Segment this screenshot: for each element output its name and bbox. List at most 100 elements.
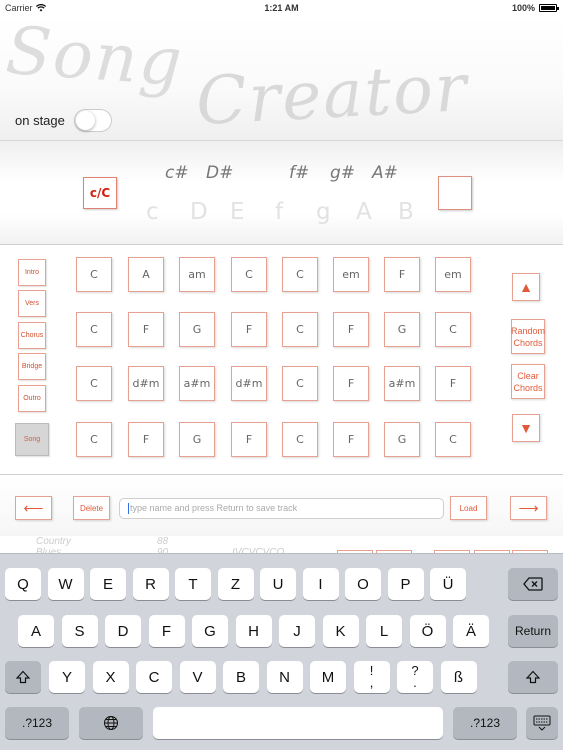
track-name-input[interactable]: type name and press Return to save track bbox=[119, 498, 444, 519]
section-bridge-button[interactable]: Bridge bbox=[18, 353, 46, 380]
load-button[interactable]: Load bbox=[450, 496, 487, 520]
section-vers-button[interactable]: Vers bbox=[18, 290, 46, 317]
key-7[interactable]: M bbox=[310, 661, 346, 693]
chord-cell[interactable]: C bbox=[231, 257, 267, 292]
previous-track-button[interactable]: ⟵ bbox=[15, 496, 52, 520]
key-4[interactable]: F bbox=[148, 615, 185, 647]
key-2[interactable]: S bbox=[61, 615, 98, 647]
chord-cell[interactable]: a#m bbox=[179, 366, 215, 401]
chord-cell[interactable]: G bbox=[384, 422, 420, 457]
section-outro-button[interactable]: Outro bbox=[18, 385, 46, 412]
numbers-key-left[interactable]: .?123 bbox=[5, 707, 69, 739]
key-b[interactable]: B bbox=[398, 199, 414, 225]
chord-cell[interactable]: A bbox=[128, 257, 164, 292]
key-9[interactable]: O bbox=[345, 568, 381, 600]
key-5[interactable]: B bbox=[223, 661, 259, 693]
key-a-sharp[interactable]: A# bbox=[372, 163, 398, 183]
key-3[interactable]: D bbox=[105, 615, 141, 647]
chord-cell[interactable]: d#m bbox=[231, 366, 267, 401]
backspace-key[interactable] bbox=[508, 568, 558, 600]
next-track-button[interactable]: ⟶ bbox=[510, 496, 547, 520]
key-8[interactable]: K bbox=[322, 615, 359, 647]
key-f-sharp[interactable]: f# bbox=[289, 163, 309, 183]
current-key-button[interactable]: c/C bbox=[83, 177, 117, 209]
space-key[interactable] bbox=[153, 707, 443, 739]
key-g[interactable]: g bbox=[316, 199, 331, 225]
key-3[interactable]: E bbox=[90, 568, 126, 600]
key-9[interactable]: L bbox=[366, 615, 402, 647]
key-3[interactable]: C bbox=[136, 661, 172, 693]
chord-cell[interactable]: C bbox=[76, 257, 112, 292]
chord-cell[interactable]: am bbox=[179, 257, 215, 292]
section-intro-button[interactable]: Intro bbox=[18, 259, 46, 286]
chord-cell[interactable]: em bbox=[435, 257, 471, 292]
shift-left-key[interactable] bbox=[5, 661, 41, 693]
chord-cell[interactable]: F bbox=[231, 312, 267, 347]
key-2[interactable]: X bbox=[92, 661, 129, 693]
chord-cell[interactable]: F bbox=[333, 422, 369, 457]
key-6[interactable]: H bbox=[235, 615, 272, 647]
chord-cell[interactable]: F bbox=[333, 312, 369, 347]
chord-cell[interactable]: F bbox=[333, 366, 369, 401]
globe-key[interactable] bbox=[79, 707, 143, 739]
key-8[interactable]: ! , bbox=[353, 661, 390, 693]
key-6[interactable]: Z bbox=[217, 568, 254, 600]
random-chords-button[interactable]: Random Chords bbox=[511, 319, 545, 354]
chord-cell[interactable]: G bbox=[179, 312, 215, 347]
chord-cell[interactable]: em bbox=[333, 257, 369, 292]
key-f[interactable]: f bbox=[275, 199, 283, 225]
chord-cell[interactable]: F bbox=[128, 422, 164, 457]
scroll-up-button[interactable]: ▲ bbox=[512, 273, 540, 301]
key-10[interactable]: P bbox=[387, 568, 424, 600]
numbers-key-right[interactable]: .?123 bbox=[453, 707, 517, 739]
key-1[interactable]: Y bbox=[49, 661, 85, 693]
chord-cell[interactable]: C bbox=[435, 422, 471, 457]
key-4[interactable]: V bbox=[179, 661, 216, 693]
key-c[interactable]: c bbox=[146, 199, 159, 225]
key-10[interactable]: ß bbox=[440, 661, 477, 693]
key-11[interactable]: Ü bbox=[430, 568, 466, 600]
key-5[interactable]: T bbox=[175, 568, 211, 600]
key-a[interactable]: A bbox=[356, 199, 372, 225]
chord-cell[interactable]: C bbox=[282, 312, 318, 347]
chord-cell[interactable]: C bbox=[282, 422, 318, 457]
key-e[interactable]: E bbox=[230, 199, 245, 225]
key-1[interactable]: A bbox=[18, 615, 54, 647]
key-g-sharp[interactable]: g# bbox=[330, 163, 355, 183]
chord-cell[interactable]: G bbox=[179, 422, 215, 457]
chord-cell[interactable]: C bbox=[76, 366, 112, 401]
key-d[interactable]: D bbox=[190, 199, 208, 225]
chord-cell[interactable]: G bbox=[384, 312, 420, 347]
chord-cell[interactable]: F bbox=[231, 422, 267, 457]
delete-button[interactable]: Delete bbox=[73, 496, 110, 520]
key-6[interactable]: N bbox=[266, 661, 303, 693]
chord-cell[interactable]: C bbox=[282, 366, 318, 401]
key-7[interactable]: U bbox=[260, 568, 296, 600]
on-stage-toggle[interactable] bbox=[74, 109, 112, 132]
chord-cell[interactable]: C bbox=[282, 257, 318, 292]
key-8[interactable]: I bbox=[302, 568, 339, 600]
key-2[interactable]: W bbox=[47, 568, 84, 600]
key-4[interactable]: R bbox=[132, 568, 169, 600]
key-5[interactable]: G bbox=[192, 615, 228, 647]
scroll-down-button[interactable]: ▼ bbox=[512, 414, 540, 442]
chord-cell[interactable]: d#m bbox=[128, 366, 164, 401]
chord-cell[interactable]: C bbox=[76, 422, 112, 457]
empty-key-button[interactable] bbox=[438, 176, 472, 210]
key-9[interactable]: ? . bbox=[397, 661, 433, 693]
chord-cell[interactable]: F bbox=[384, 257, 420, 292]
chord-cell[interactable]: F bbox=[435, 366, 471, 401]
clear-chords-button[interactable]: Clear Chords bbox=[511, 364, 545, 399]
key-11[interactable]: Ä bbox=[453, 615, 489, 647]
chord-cell[interactable]: C bbox=[76, 312, 112, 347]
return-key[interactable]: Return bbox=[508, 615, 558, 647]
key-c-sharp[interactable]: c# bbox=[165, 163, 189, 183]
shift-right-key[interactable] bbox=[508, 661, 558, 693]
chord-cell[interactable]: F bbox=[128, 312, 164, 347]
key-7[interactable]: J bbox=[279, 615, 315, 647]
key-1[interactable]: Q bbox=[5, 568, 41, 600]
chord-cell[interactable]: a#m bbox=[384, 366, 420, 401]
section-chorus-button[interactable]: Chorus bbox=[18, 322, 46, 349]
key-d-sharp[interactable]: D# bbox=[206, 163, 233, 183]
chord-cell[interactable]: C bbox=[435, 312, 471, 347]
